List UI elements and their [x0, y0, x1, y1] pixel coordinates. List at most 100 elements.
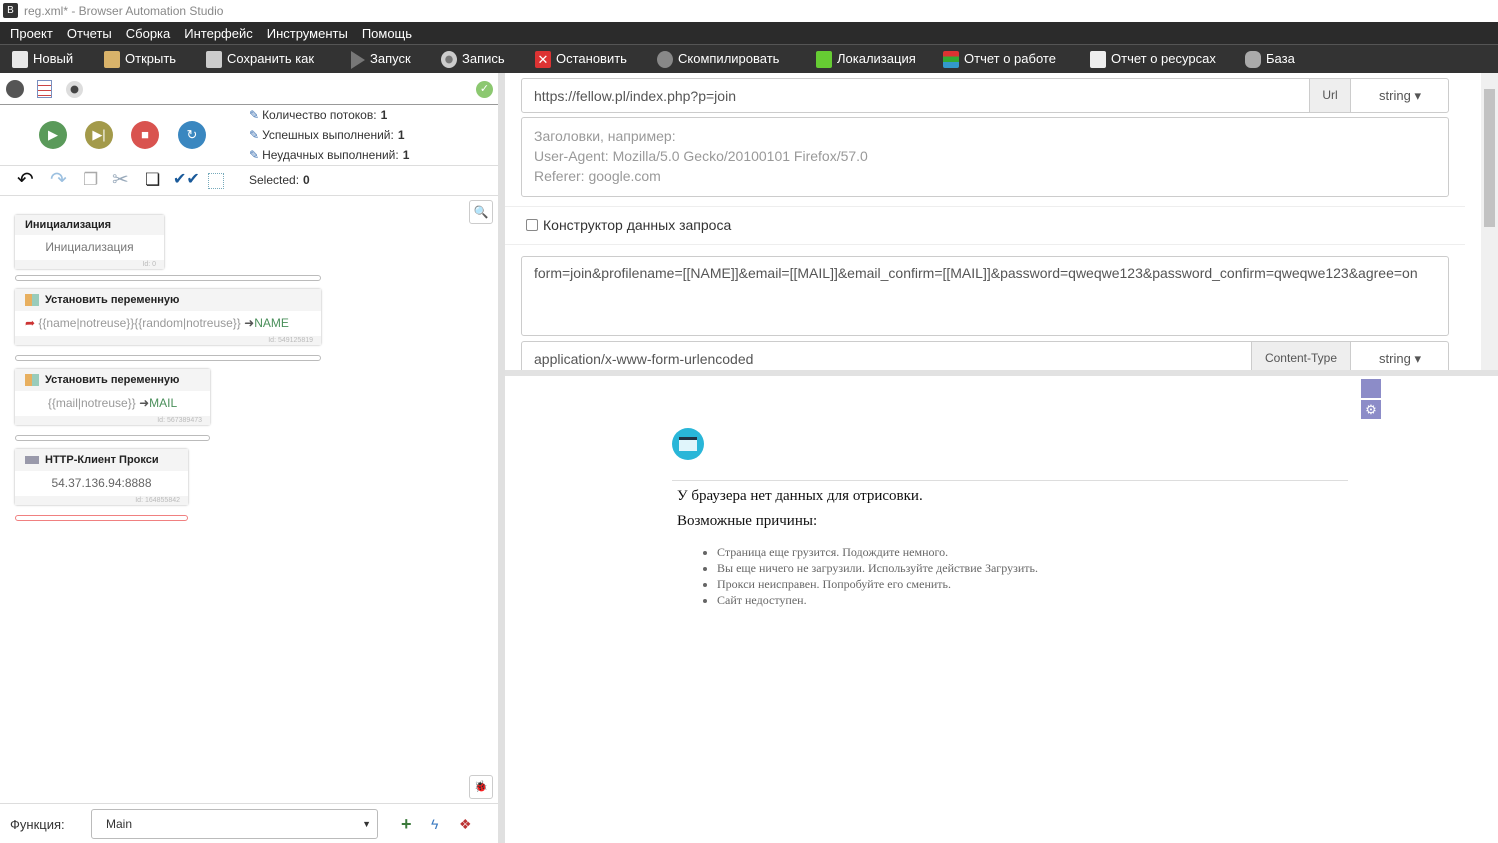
main-toolbar: Новый Открыть Сохранить как Запуск Запис…	[0, 45, 1498, 73]
fullscreen-icon[interactable]	[1361, 379, 1381, 398]
reason-item: Вы еще ничего не загрузили. Используйте …	[717, 560, 1038, 576]
action-settings-panel: https://fellow.pl/index.php?p=join Url s…	[505, 73, 1498, 376]
copy-icon[interactable]: ❐	[83, 170, 98, 190]
debug-button[interactable]: 🐞	[469, 775, 493, 799]
select-area-icon[interactable]	[208, 173, 224, 189]
database-button[interactable]: База	[1245, 45, 1295, 73]
type-dropdown[interactable]: string ▾	[1350, 79, 1449, 112]
reason-item: Страница еще грузится. Подождите немного…	[717, 544, 1038, 560]
menu-help[interactable]: Помощь	[355, 22, 419, 45]
work-report-icon	[943, 51, 959, 69]
reasons-title: Возможные причины:	[677, 513, 818, 529]
stop-circle-button[interactable]: ■	[131, 121, 159, 149]
resource-report-button[interactable]: Отчет о ресурсах	[1090, 45, 1216, 73]
save-as-icon	[206, 51, 222, 69]
left-panel: ✓ ▶ ▶| ■ ↻ ✎ Количество потоков: 1 ✎ Успешн…	[0, 73, 498, 843]
checkbox[interactable]	[526, 219, 538, 231]
play-button[interactable]: ▶	[39, 121, 67, 149]
menu-interface[interactable]: Интерфейс	[177, 22, 259, 45]
arrow-right-circle-icon: ➜	[244, 316, 255, 330]
menu-project[interactable]: Проект	[0, 22, 60, 45]
function-select[interactable]: Main ▼	[91, 809, 378, 839]
menu-bar: Проект Отчеты Сборка Интерфейс Инструменты По…	[0, 22, 1498, 45]
search-button[interactable]: 🔍	[469, 200, 493, 224]
action-card-init[interactable]: Инициализация Инициализация Id: 0	[15, 215, 164, 269]
redo-arrow-icon: ➦	[25, 316, 36, 330]
fail-stat[interactable]: ✎ Неудачных выполнений: 1	[249, 148, 409, 162]
new-file-icon	[12, 51, 28, 69]
localization-icon	[816, 51, 832, 69]
debug-bug-icon[interactable]	[6, 80, 24, 98]
reason-item: Сайт недоступен.	[717, 592, 1038, 608]
connector	[15, 355, 321, 361]
menu-build[interactable]: Сборка	[119, 22, 178, 45]
cut-icon[interactable]: ✂	[112, 170, 129, 190]
log-icon[interactable]	[37, 80, 52, 98]
pencil-icon: ✎	[249, 128, 260, 142]
headers-textarea[interactable]: Заголовки, например: User-Agent: Mozilla…	[521, 117, 1449, 197]
reasons-list: Страница еще грузится. Подождите немного…	[717, 544, 1038, 608]
record-button[interactable]: Запись	[441, 45, 505, 73]
app-logo-icon: B	[3, 3, 18, 18]
settings-gear-icon[interactable]: ⚙	[1361, 400, 1381, 419]
url-field[interactable]: https://fellow.pl/index.php?p=join Url s…	[521, 78, 1449, 113]
arrow-right-circle-icon: ➜	[139, 396, 150, 410]
stop-x-icon: ✕	[535, 51, 551, 69]
localization-button[interactable]: Локализация	[816, 45, 916, 73]
connector-end	[15, 515, 188, 521]
search-icon: 🔍	[473, 205, 489, 219]
record-toggle-icon[interactable]	[66, 81, 83, 98]
play-icon	[351, 50, 365, 69]
http-icon	[25, 456, 39, 465]
lightning-icon[interactable]: ϟ	[431, 816, 438, 832]
check-all-icon[interactable]: ✔✔	[173, 170, 200, 190]
reason-item: Прокси неисправен. Попробуйте его сменит…	[717, 576, 1038, 592]
function-label: Функция:	[10, 817, 65, 832]
puzzle-icon	[25, 374, 39, 387]
pencil-icon: ✎	[249, 108, 260, 122]
pencil-icon: ✎	[249, 148, 260, 162]
paste-icon[interactable]: ❏	[145, 170, 160, 190]
restart-button[interactable]: ↻	[178, 121, 206, 149]
browser-view: ⚙ У браузера нет данных для отрисовки. В…	[505, 376, 1498, 843]
record-icon	[441, 51, 457, 69]
puzzle-icon	[25, 294, 39, 307]
success-stat[interactable]: ✎ Успешных выполнений: 1	[249, 128, 405, 142]
connector	[15, 435, 210, 441]
menu-reports[interactable]: Отчеты	[60, 22, 119, 45]
resource-report-icon	[1090, 51, 1106, 69]
threads-stat[interactable]: ✎ Количество потоков: 1	[249, 108, 387, 122]
open-button[interactable]: Открыть	[104, 45, 176, 73]
step-button[interactable]: ▶|	[85, 121, 113, 149]
request-constructor-checkbox[interactable]: Конструктор данных запроса	[526, 217, 731, 233]
connector	[15, 275, 321, 281]
status-ok-icon: ✓	[476, 81, 493, 98]
no-data-message: У браузера нет данных для отрисовки.	[677, 488, 923, 504]
undo-icon[interactable]: ↶	[17, 170, 34, 190]
caret-down-icon: ▼	[362, 819, 371, 829]
action-card-http-proxy[interactable]: HTTP-Клиент Прокси 54.37.136.94:8888 Id:…	[15, 449, 188, 505]
modules-icon[interactable]: ❖	[459, 816, 472, 833]
compile-button[interactable]: Скомпилировать	[657, 45, 779, 73]
post-data-textarea[interactable]: form=join&profilename=[[NAME]]&email=[[M…	[521, 256, 1449, 336]
vertical-splitter[interactable]	[498, 73, 505, 843]
add-function-icon[interactable]: +	[401, 814, 412, 835]
vertical-scrollbar[interactable]	[1481, 73, 1498, 370]
run-button[interactable]: Запуск	[351, 45, 411, 73]
url-addon: Url	[1309, 79, 1350, 112]
action-card-set-variable[interactable]: Установить переменную {{mail|notreuse}} …	[15, 369, 210, 425]
scrollbar-thumb[interactable]	[1484, 89, 1495, 227]
redo-icon[interactable]: ↷	[50, 170, 67, 190]
work-report-button[interactable]: Отчет о работе	[943, 45, 1056, 73]
stop-button[interactable]: ✕ Остановить	[535, 45, 627, 73]
bug-icon: 🐞	[474, 781, 488, 793]
compile-icon	[657, 51, 673, 69]
action-card-set-variable[interactable]: Установить переменную ➦ {{name|notreuse}…	[15, 289, 321, 345]
selected-count: Selected: 0	[249, 173, 310, 187]
database-icon	[1245, 51, 1261, 69]
save-as-button[interactable]: Сохранить как	[206, 45, 314, 73]
browser-window-icon	[672, 428, 704, 460]
menu-tools[interactable]: Инструменты	[260, 22, 355, 45]
new-button[interactable]: Новый	[12, 45, 73, 73]
title-bar: B reg.xml* - Browser Automation Studio	[0, 0, 1498, 22]
